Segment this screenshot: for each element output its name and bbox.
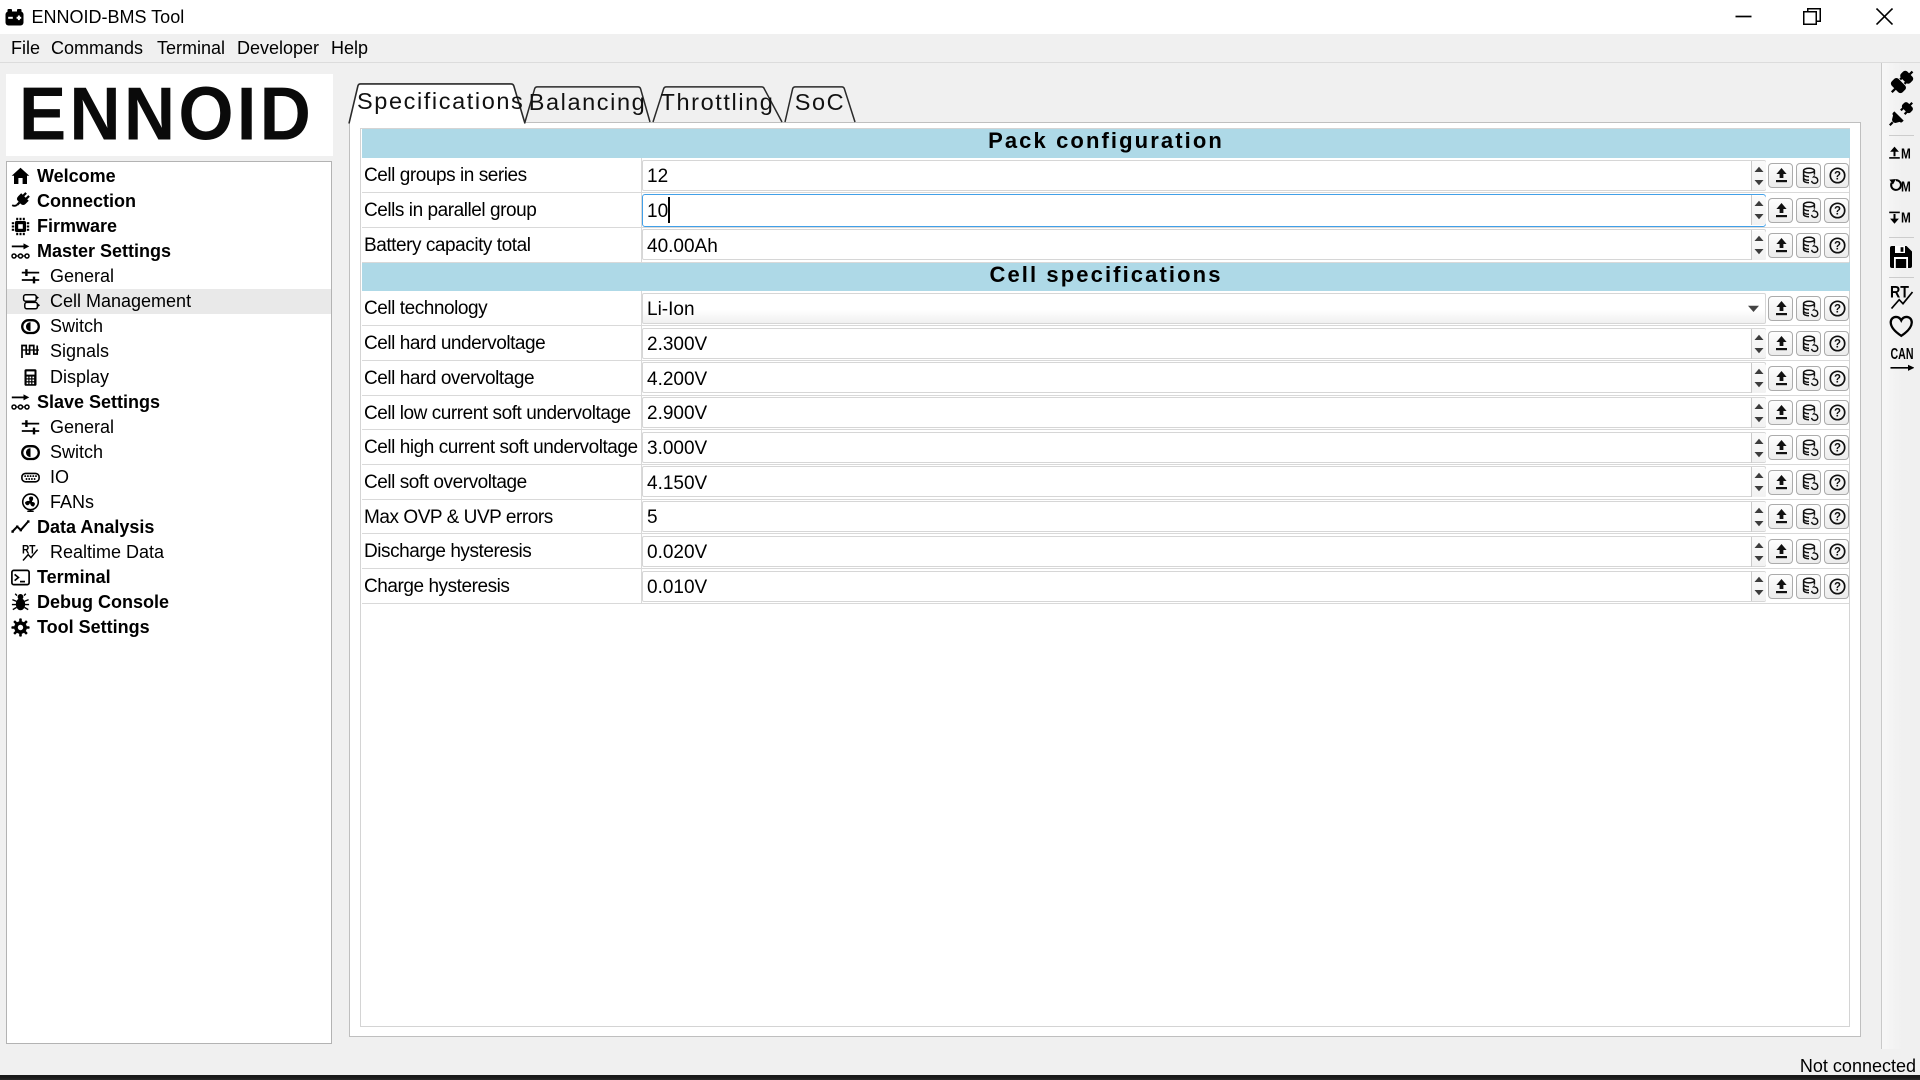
svg-text:?: ? [1833, 339, 1840, 351]
svg-text:M: M [1901, 211, 1911, 227]
svg-text:?: ? [1833, 373, 1840, 385]
svg-text:?: ? [1833, 408, 1840, 420]
svg-text:M: M [1901, 180, 1911, 196]
svg-text:?: ? [1833, 581, 1840, 593]
svg-text:M: M [1901, 147, 1911, 163]
svg-text:CAN: CAN [1891, 346, 1914, 363]
svg-text:?: ? [1833, 547, 1840, 559]
svg-text:?: ? [1833, 512, 1840, 524]
svg-text:?: ? [1833, 477, 1840, 489]
svg-text:?: ? [1833, 240, 1840, 252]
svg-text:?: ? [1833, 443, 1840, 455]
svg-text:?: ? [1833, 205, 1840, 217]
svg-text:?: ? [1833, 171, 1840, 183]
svg-text:?: ? [1833, 304, 1840, 316]
